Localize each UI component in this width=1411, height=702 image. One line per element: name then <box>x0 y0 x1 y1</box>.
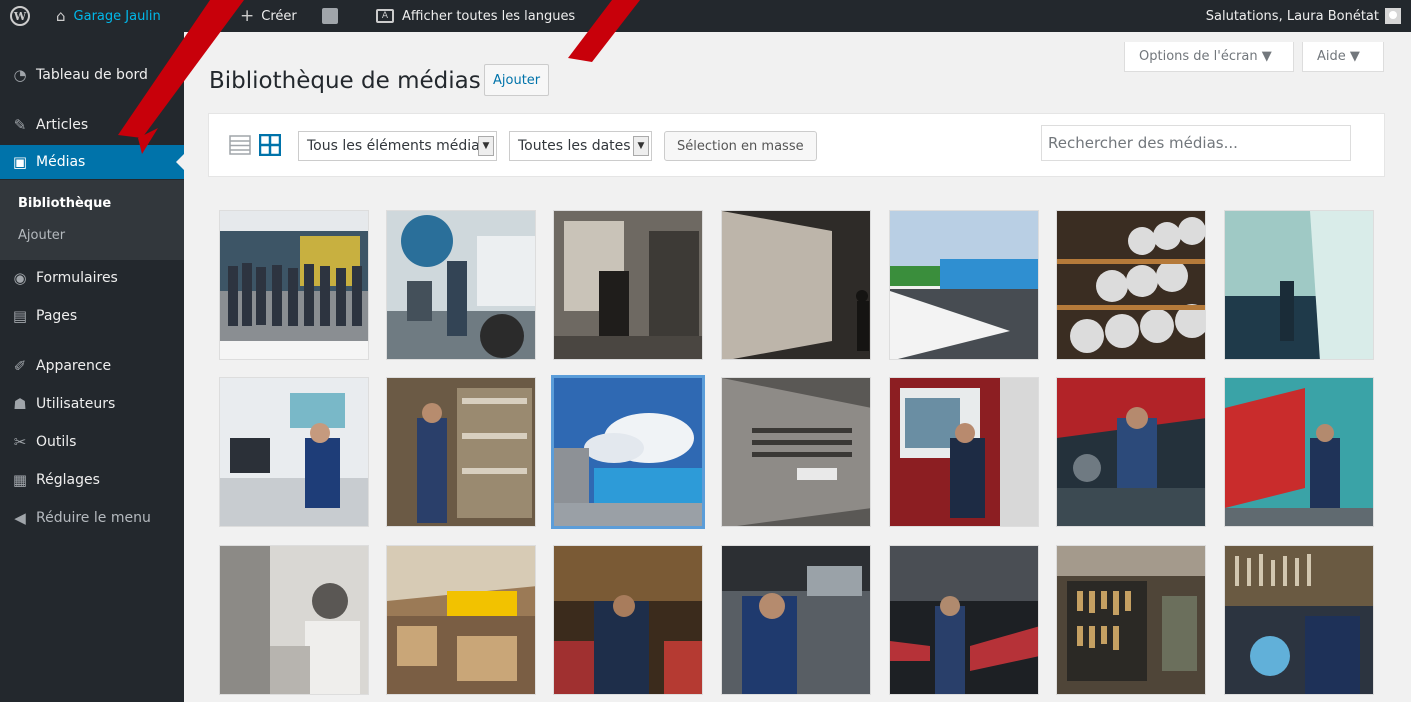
plus-icon: + <box>240 6 255 26</box>
media-thumbnail[interactable] <box>721 210 871 360</box>
languages-label: Afficher toutes les langues <box>402 8 576 24</box>
grid-view-icon[interactable] <box>259 134 281 156</box>
sidebar-item-label: Outils <box>36 434 77 450</box>
sidebar-item-users[interactable]: ☗ Utilisateurs <box>0 387 184 421</box>
submenu-item-library[interactable]: Bibliothèque <box>18 196 111 211</box>
languages-link[interactable]: A Afficher toutes les langues <box>376 0 575 32</box>
media-thumbnail[interactable] <box>219 377 369 527</box>
media-submenu <box>0 180 184 260</box>
sidebar-item-pages[interactable]: ▤ Pages <box>0 299 184 333</box>
chevron-down-icon: ▼ <box>478 136 494 156</box>
collapse-menu-button[interactable]: ◀ Réduire le menu <box>0 501 184 535</box>
pin-icon: ✎ <box>13 116 27 134</box>
media-thumbnail[interactable] <box>889 545 1039 695</box>
brush-icon: ✐ <box>13 357 27 375</box>
media-icon: ▣ <box>12 153 28 171</box>
sidebar-item-label: Formulaires <box>36 270 118 286</box>
media-thumbnail[interactable] <box>553 210 703 360</box>
forms-icon: ◉ <box>13 269 27 287</box>
settings-icon: ▦ <box>12 471 28 489</box>
sidebar-item-label: Apparence <box>36 358 112 374</box>
sidebar-item-forms[interactable]: ◉ Formulaires <box>0 261 184 295</box>
yoast-seo-icon[interactable] <box>322 0 338 32</box>
media-thumbnail[interactable] <box>1224 545 1374 695</box>
screen-options-tab[interactable]: Options de l'écran ▼ <box>1124 42 1294 72</box>
media-toolbar: Tous les éléments média ▼ Toutes les dat… <box>208 113 1385 177</box>
account-menu[interactable]: Salutations, Laura Bonétat <box>1206 0 1401 32</box>
home-icon: ⌂ <box>56 7 66 25</box>
media-thumbnail[interactable] <box>1056 377 1206 527</box>
media-thumbnail[interactable] <box>1056 210 1206 360</box>
users-icon: ☗ <box>13 395 27 413</box>
media-thumbnail[interactable] <box>219 210 369 360</box>
sidebar-item-label: Réglages <box>36 472 100 488</box>
media-thumbnail[interactable] <box>219 545 369 695</box>
add-new-button[interactable]: Ajouter <box>484 64 550 96</box>
page-title: Bibliothèque de médias <box>209 68 481 94</box>
media-thumbnail[interactable] <box>1056 545 1206 695</box>
site-name: Garage Jaulin <box>73 8 161 24</box>
new-content-label: Créer <box>261 8 297 24</box>
sidebar-item-medias[interactable]: ▣ Médias <box>0 145 184 179</box>
collapse-icon: ◀ <box>14 509 26 527</box>
chevron-down-icon: ▼ <box>633 136 649 156</box>
pages-icon: ▤ <box>12 307 28 325</box>
avatar <box>1385 8 1401 24</box>
media-thumbnail[interactable] <box>1224 210 1374 360</box>
bulk-select-button[interactable]: Sélection en masse <box>664 131 817 161</box>
media-thumbnail[interactable] <box>553 545 703 695</box>
sidebar-item-articles[interactable]: ✎ Articles <box>0 108 184 142</box>
sidebar-item-appearance[interactable]: ✐ Apparence <box>0 349 184 383</box>
submenu-item-add[interactable]: Ajouter <box>18 228 65 243</box>
sidebar-item-label: Tableau de bord <box>36 67 148 83</box>
media-thumbnail[interactable] <box>551 375 705 529</box>
sidebar-item-settings[interactable]: ▦ Réglages <box>0 463 184 497</box>
new-content-link[interactable]: + Créer <box>240 0 297 32</box>
media-thumbnail[interactable] <box>889 210 1039 360</box>
sidebar-item-label: Réduire le menu <box>36 510 151 526</box>
site-name-link[interactable]: ⌂ Garage Jaulin <box>56 0 161 32</box>
sidebar-item-label: Articles <box>36 117 89 133</box>
sidebar-item-tools[interactable]: ✂ Outils <box>0 425 184 459</box>
date-filter-value: Toutes les dates <box>518 138 631 154</box>
translation-icon: A <box>376 9 394 23</box>
sidebar-item-dashboard[interactable]: ◔ Tableau de bord <box>0 58 184 92</box>
sidebar-item-label: Médias <box>36 154 86 170</box>
media-type-filter[interactable]: Tous les éléments média ▼ <box>298 131 497 161</box>
help-tab[interactable]: Aide ▼ <box>1302 42 1384 72</box>
sidebar-item-label: Pages <box>36 308 78 324</box>
media-thumbnail[interactable] <box>386 377 536 527</box>
media-type-filter-value: Tous les éléments média <box>307 138 480 154</box>
greeting: Salutations, Laura Bonétat <box>1205 8 1379 24</box>
list-view-icon[interactable] <box>229 134 251 156</box>
dashboard-icon: ◔ <box>13 66 27 84</box>
wrench-icon: ✂ <box>13 433 27 451</box>
admin-sidebar: ◔ Tableau de bord ✎ Articles ▣ Médias Bi… <box>0 32 184 702</box>
media-thumbnail[interactable] <box>386 210 536 360</box>
media-thumbnail[interactable] <box>1224 377 1374 527</box>
media-thumbnail[interactable] <box>386 545 536 695</box>
admin-bar: W ⌂ Garage Jaulin + Créer A Afficher tou… <box>0 0 1411 32</box>
search-input[interactable] <box>1041 125 1351 161</box>
media-thumbnail[interactable] <box>889 377 1039 527</box>
sidebar-item-label: Utilisateurs <box>36 396 116 412</box>
wordpress-logo-icon[interactable]: W <box>10 0 30 32</box>
media-thumbnail[interactable] <box>721 377 871 527</box>
date-filter[interactable]: Toutes les dates ▼ <box>509 131 652 161</box>
media-thumbnail[interactable] <box>721 545 871 695</box>
